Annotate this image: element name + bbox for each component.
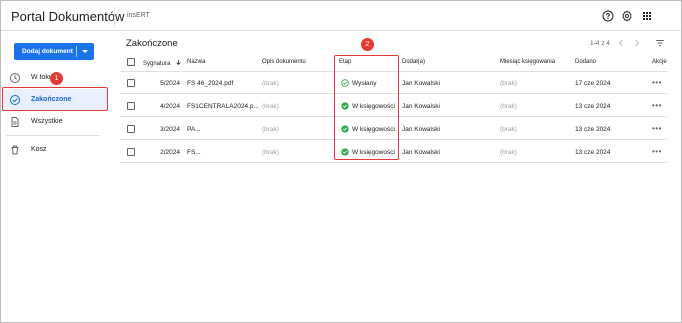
- chevron-down-icon[interactable]: [82, 50, 88, 53]
- app-header: Portal Dokumentów insERT: [1, 1, 681, 31]
- organization-name: insERT: [127, 12, 150, 19]
- cell-month: (brak): [500, 80, 517, 87]
- column-header-added[interactable]: Dodano: [575, 59, 596, 65]
- documents-icon: [11, 117, 19, 127]
- annotation-badge-2: 2: [361, 38, 374, 51]
- cell-description: (brak): [262, 149, 279, 156]
- more-actions-icon[interactable]: •••: [652, 101, 662, 110]
- select-all-checkbox[interactable]: [127, 58, 135, 66]
- cell-added: 13 cze 2024: [575, 126, 611, 133]
- cell-description: (brak): [262, 126, 279, 133]
- column-header-signature[interactable]: Sygnatura: [143, 59, 182, 67]
- more-actions-icon[interactable]: •••: [652, 147, 662, 156]
- column-header-actions: Akcje: [652, 59, 667, 65]
- cell-month: (brak): [500, 149, 517, 156]
- row-checkbox[interactable]: [127, 102, 135, 110]
- cell-signature: 4/2024: [160, 103, 180, 110]
- cell-name[interactable]: PA...: [187, 126, 201, 133]
- cell-month: (brak): [500, 103, 517, 110]
- app-title: Portal Dokumentów: [11, 9, 125, 24]
- column-header-label: Sygnatura: [143, 61, 171, 67]
- pagination-count: 1-4 z 4: [590, 40, 610, 47]
- apps-grid-icon[interactable]: [641, 10, 653, 22]
- cell-added-by: Jan Kowalski: [402, 149, 440, 156]
- add-document-label: Dodaj dokument: [22, 48, 73, 55]
- cell-description: (brak): [262, 103, 279, 110]
- annotation-badge-1: 1: [50, 72, 63, 85]
- cell-added: 13 cze 2024: [575, 149, 611, 156]
- add-document-button[interactable]: Dodaj dokument: [14, 43, 94, 60]
- clock-icon: [10, 73, 20, 83]
- sidebar-item-label: Wszystkie: [31, 118, 63, 125]
- settings-icon[interactable]: [621, 10, 633, 22]
- cell-signature: 2/2024: [160, 149, 180, 156]
- cell-name[interactable]: FS...: [187, 149, 201, 156]
- cell-signature: 5/2024: [160, 80, 180, 87]
- arrow-down-icon: [176, 59, 181, 66]
- row-checkbox[interactable]: [127, 125, 135, 133]
- cell-added: 13 cze 2024: [575, 103, 611, 110]
- cell-added: 17 cze 2024: [575, 80, 611, 87]
- more-actions-icon[interactable]: •••: [652, 124, 662, 133]
- cell-signature: 3/2024: [160, 126, 180, 133]
- cell-name[interactable]: FS 46_2024.pdf: [187, 80, 233, 87]
- cell-description: (brak): [262, 80, 279, 87]
- row-checkbox[interactable]: [127, 148, 135, 156]
- sidebar-divider: [6, 135, 100, 136]
- button-split-divider: [76, 46, 77, 57]
- cell-added-by: Jan Kowalski: [402, 80, 440, 87]
- cell-month: (brak): [500, 126, 517, 133]
- cell-added-by: Jan Kowalski: [402, 126, 440, 133]
- header-divider: [114, 7, 115, 26]
- column-header-added-by[interactable]: Dodał(a): [402, 59, 425, 65]
- trash-icon: [11, 145, 19, 155]
- cell-added-by: Jan Kowalski: [402, 103, 440, 110]
- row-checkbox[interactable]: [127, 79, 135, 87]
- sidebar-item-all[interactable]: Wszystkie: [2, 111, 108, 133]
- page-title: Zakończone: [126, 38, 178, 49]
- highlight-box-completed: [2, 87, 108, 111]
- chevron-left-icon[interactable]: [615, 37, 627, 49]
- column-header-description[interactable]: Opis dokumentu: [262, 59, 306, 65]
- chevron-right-icon[interactable]: [631, 37, 643, 49]
- help-icon[interactable]: [602, 10, 614, 22]
- column-header-month[interactable]: Miesiąc księgowania: [500, 59, 555, 65]
- cell-name[interactable]: FS1CENTRALA2024.p...: [187, 103, 259, 110]
- column-header-name[interactable]: Nazwa: [187, 59, 205, 65]
- more-actions-icon[interactable]: •••: [652, 78, 662, 87]
- filter-icon[interactable]: [654, 37, 666, 49]
- sidebar-item-trash[interactable]: Kosz: [2, 139, 108, 161]
- highlight-box-stage-column: [334, 55, 399, 160]
- sidebar-item-label: Kosz: [31, 146, 47, 153]
